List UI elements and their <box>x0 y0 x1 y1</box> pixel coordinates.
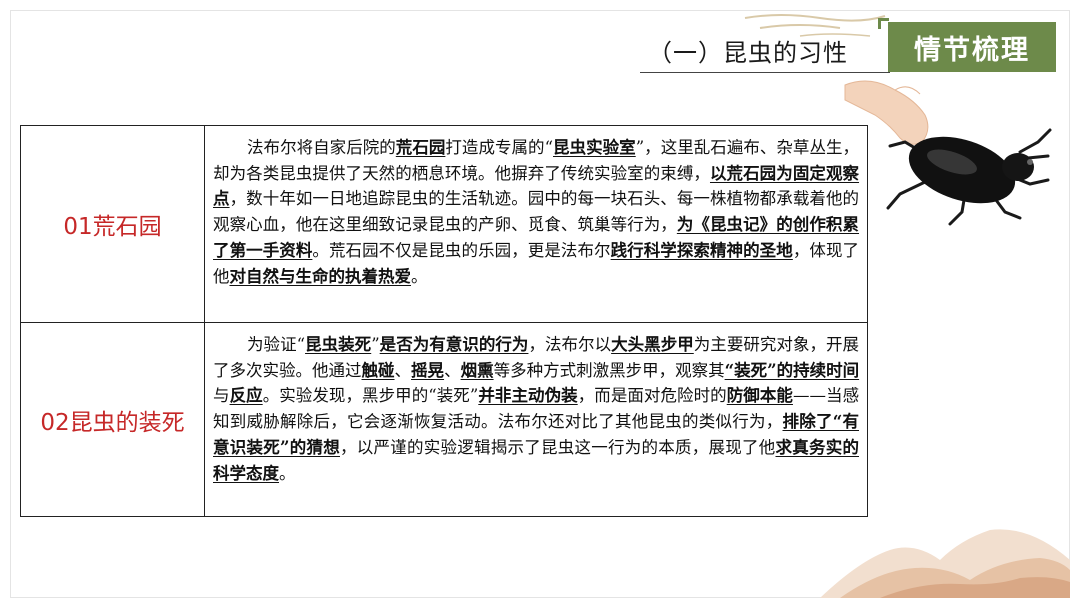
table-row: 02昆虫的装死 为验证“昆虫装死”是否为有意识的行为，法布尔以大头黑步甲为主要研… <box>21 323 867 516</box>
beetle-icon <box>886 128 1052 226</box>
row-text: 法布尔将自家后院的荒石园打造成专属的“昆虫实验室”，这里乱石遍布、杂草丛生，却为… <box>206 126 867 322</box>
row-label: 01荒石园 <box>21 126 205 322</box>
text-segment: ，以严谨的实验逻辑揭示了昆虫这一行为的本质，展现了他 <box>340 437 776 457</box>
row-label: 02昆虫的装死 <box>21 323 205 516</box>
highlighted-phrase: 反应 <box>229 386 263 406</box>
highlighted-phrase: 并非主动伪装 <box>478 386 578 406</box>
text-segment: 。 <box>279 463 296 483</box>
highlighted-phrase: 是否为有意识的行为 <box>379 335 529 354</box>
text-segment: 为验证“ <box>247 335 306 354</box>
text-segment: ，法布尔以 <box>528 335 612 354</box>
mountain-icon <box>820 529 1070 598</box>
highlighted-phrase: 对自然与生命的执着热爱 <box>229 266 412 286</box>
highlighted-phrase: 防御本能 <box>726 386 793 406</box>
text-segment: ，而是面对危险时的 <box>577 386 727 406</box>
text-segment: 。 <box>411 266 428 286</box>
text-segment: 。荒石园不仅是昆虫的乐园，更是法布尔 <box>312 240 611 260</box>
highlighted-phrase: 大头黑步甲 <box>611 335 694 354</box>
highlighted-phrase: 摇晃 <box>411 360 445 380</box>
section-title: （一）昆虫的习性 <box>648 39 848 67</box>
text-segment: 法布尔将自家后院的 <box>247 138 396 157</box>
table-row: 01荒石园 法布尔将自家后院的荒石园打造成专属的“昆虫实验室”，这里乱石遍布、杂… <box>21 126 867 323</box>
text-segment: 、 <box>394 360 412 380</box>
highlighted-phrase: 触碰 <box>361 360 395 380</box>
text-segment: 与 <box>213 386 230 406</box>
highlighted-phrase: 烟熏 <box>460 360 494 380</box>
text-segment: 打造成专属的“ <box>445 138 554 157</box>
highlighted-phrase: 荒石园 <box>395 138 446 157</box>
text-segment: 等多种方式刺激黑步甲，观察其 <box>493 360 725 380</box>
plot-summary-table: 01荒石园 法布尔将自家后院的荒石园打造成专属的“昆虫实验室”，这里乱石遍布、杂… <box>20 125 868 517</box>
row-text: 为验证“昆虫装死”是否为有意识的行为，法布尔以大头黑步甲为主要研究对象，开展了多… <box>206 323 867 516</box>
text-segment: 、 <box>444 360 461 380</box>
text-segment: ” <box>371 335 380 354</box>
highlighted-phrase: “装死”的持续时间 <box>724 360 860 380</box>
highlighted-phrase: 践行科学探索精神的圣地 <box>610 240 793 260</box>
highlighted-phrase: 昆虫装死 <box>305 335 372 354</box>
text-segment: 。实验发现，黑步甲的“装死” <box>262 386 479 406</box>
section-badge: 情节梳理 <box>888 22 1056 72</box>
highlighted-phrase: 昆虫实验室 <box>553 138 636 157</box>
